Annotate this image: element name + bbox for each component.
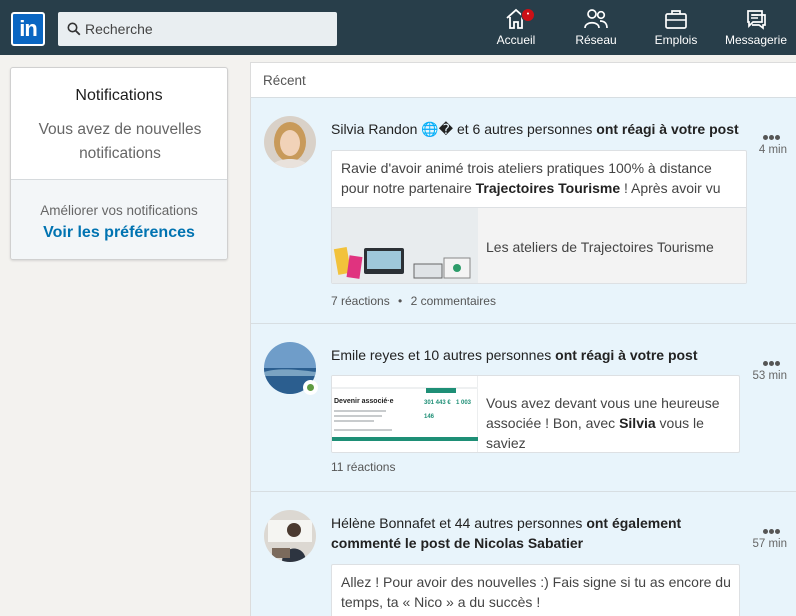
thumbnail-stat: 146 xyxy=(424,414,435,420)
card-footer: Améliorer vos notifications Voir les pré… xyxy=(11,179,227,259)
nav-jobs[interactable]: Emplois xyxy=(641,8,711,54)
top-navigation: in • Accueil Réseau Emplois xyxy=(0,0,796,55)
jobs-icon xyxy=(665,10,687,29)
engagement-stats: 7 réactions • 2 commentaires xyxy=(331,294,496,308)
view-preferences-link[interactable]: Voir les préférences xyxy=(11,224,227,242)
link-card[interactable]: Les ateliers de Trajectoires Tourisme xyxy=(332,207,746,283)
nav-home[interactable]: • Accueil xyxy=(481,8,551,54)
more-options-icon[interactable] xyxy=(763,521,785,534)
engagement-stats: 11 réactions xyxy=(331,460,395,474)
comments-count[interactable]: 2 commentaires xyxy=(411,294,496,308)
nav-messaging-label: Messagerie xyxy=(724,33,788,47)
timestamp: 4 min xyxy=(758,144,787,156)
network-icon xyxy=(584,9,608,29)
online-status-indicator xyxy=(303,380,318,395)
nav-home-label: Accueil xyxy=(496,33,536,47)
others-text: et 6 autres personnes xyxy=(453,121,597,137)
actor-name[interactable]: Silvia Randon xyxy=(331,121,417,137)
card-subtitle: Vous avez de nouvelles notifications xyxy=(38,121,202,162)
avatar[interactable] xyxy=(264,510,316,562)
nav-messaging[interactable]: Messagerie xyxy=(721,8,791,54)
thumbnail-heading: Devenir associé·e xyxy=(334,398,394,405)
timestamp: 53 min xyxy=(752,370,787,382)
notification-text[interactable]: Hélène Bonnafet et 44 autres personnes o… xyxy=(331,513,741,553)
notification-text[interactable]: Emile reyes et 10 autres personnes ont r… xyxy=(331,345,761,365)
notification-badge: • xyxy=(521,8,535,22)
timestamp: 57 min xyxy=(752,538,787,550)
post-thumbnail-image: Devenir associé·e 301 443 € 1 003 146 xyxy=(332,376,478,452)
post-preview[interactable]: Ravie d'avoir animé trois ateliers prati… xyxy=(331,150,747,284)
search-box[interactable] xyxy=(58,12,337,46)
post-excerpt: Vous avez devant vous une heureuse assoc… xyxy=(486,395,720,451)
notification-text[interactable]: Silvia Randon 🌐� et 6 autres personnes o… xyxy=(331,119,761,139)
improve-notifications-text: Améliorer vos notifications xyxy=(40,203,198,218)
post-excerpt: Ravie d'avoir animé trois ateliers prati… xyxy=(341,160,721,196)
more-options-icon[interactable] xyxy=(763,127,785,140)
nav-jobs-label: Emplois xyxy=(654,33,698,47)
reactions-count[interactable]: 11 réactions xyxy=(331,460,395,474)
comment-excerpt: Allez ! Pour avoir des nouvelles :) Fais… xyxy=(341,574,731,610)
others-text: et 10 autres personnes xyxy=(404,347,556,363)
notification-item[interactable]: Emile reyes et 10 autres personnes ont r… xyxy=(251,323,796,491)
notification-item[interactable]: Silvia Randon 🌐� et 6 autres personnes o… xyxy=(251,97,796,323)
more-options-icon[interactable] xyxy=(763,353,785,366)
messaging-icon xyxy=(747,10,766,30)
section-label-recent: Récent xyxy=(263,73,306,88)
actor-name[interactable]: Hélène Bonnafet xyxy=(331,515,435,531)
comment-preview[interactable]: Allez ! Pour avoir des nouvelles :) Fais… xyxy=(331,564,740,616)
actor-suffix: 🌐� xyxy=(421,121,454,137)
thumbnail-stat: 301 443 € xyxy=(424,400,451,406)
action-text: ont réagi à votre post xyxy=(596,121,739,137)
search-icon xyxy=(67,22,81,36)
thumbnail-stat: 1 003 xyxy=(456,400,472,406)
notification-item[interactable]: Hélène Bonnafet et 44 autres personnes o… xyxy=(251,491,796,616)
nav-network-label: Réseau xyxy=(575,33,617,47)
nav-network[interactable]: Réseau xyxy=(561,8,631,54)
search-input[interactable] xyxy=(85,12,330,46)
card-title: Notifications xyxy=(75,87,163,104)
notifications-feed: Récent Silvia Randon 🌐� et 6 autres pers… xyxy=(250,62,796,616)
actor-name[interactable]: Emile reyes xyxy=(331,347,404,363)
notifications-summary-card: Notifications Vous avez de nouvelles not… xyxy=(10,67,228,260)
reactions-count[interactable]: 7 réactions xyxy=(331,294,390,308)
separator: • xyxy=(398,294,403,308)
linkedin-logo[interactable]: in xyxy=(11,12,45,46)
link-thumbnail-image xyxy=(332,208,478,283)
avatar[interactable] xyxy=(264,116,316,168)
link-title[interactable]: Les ateliers de Trajectoires Tourisme xyxy=(486,237,714,257)
action-text: ont réagi à votre post xyxy=(555,347,698,363)
post-preview[interactable]: Devenir associé·e 301 443 € 1 003 146 Vo… xyxy=(331,375,740,453)
others-text: et 44 autres personnes xyxy=(435,515,587,531)
